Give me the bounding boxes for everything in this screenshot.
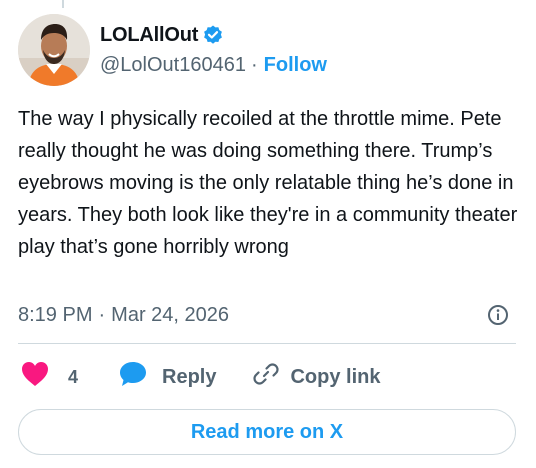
timestamp-separator: · (98, 303, 106, 326)
verified-badge-icon (202, 24, 224, 46)
tweet-actions: 4 Reply Copy link (20, 359, 381, 395)
avatar[interactable] (18, 14, 90, 86)
like-count: 4 (68, 366, 79, 387)
reply-button[interactable]: Reply (118, 360, 216, 394)
tweet-timestamp-row: 8:19 PM · Mar 24, 2026 (18, 298, 510, 332)
tweet-time[interactable]: 8:19 PM (18, 304, 92, 327)
link-icon (252, 360, 280, 394)
copy-link-label: Copy link (290, 365, 381, 388)
author-names: LOLAllOut @LolOut160461 · Follow (100, 20, 327, 80)
divider (18, 343, 516, 344)
like-button[interactable]: 4 (20, 360, 78, 394)
handle-separator: · (250, 53, 258, 76)
copy-link-button[interactable]: Copy link (252, 360, 381, 394)
speech-bubble-icon (118, 360, 148, 394)
handle-row: @LolOut160461 · Follow (100, 50, 327, 80)
info-icon[interactable] (486, 303, 510, 327)
author-handle[interactable]: @LolOut160461 (100, 54, 246, 77)
tweet-header: LOLAllOut @LolOut160461 · Follow (18, 14, 327, 86)
name-row: LOLAllOut (100, 20, 327, 50)
embedded-tweet-card: LOLAllOut @LolOut160461 · Follow The way… (0, 0, 536, 468)
tweet-text: The way I physically recoiled at the thr… (18, 108, 518, 258)
reply-label: Reply (162, 365, 217, 388)
thread-connector-line (62, 0, 64, 8)
avatar-image (18, 14, 90, 86)
read-more-button[interactable]: Read more on X (18, 409, 516, 455)
follow-button[interactable]: Follow (264, 54, 327, 77)
author-display-name[interactable]: LOLAllOut (100, 24, 198, 47)
heart-icon (20, 360, 50, 394)
tweet-date[interactable]: Mar 24, 2026 (111, 304, 229, 327)
